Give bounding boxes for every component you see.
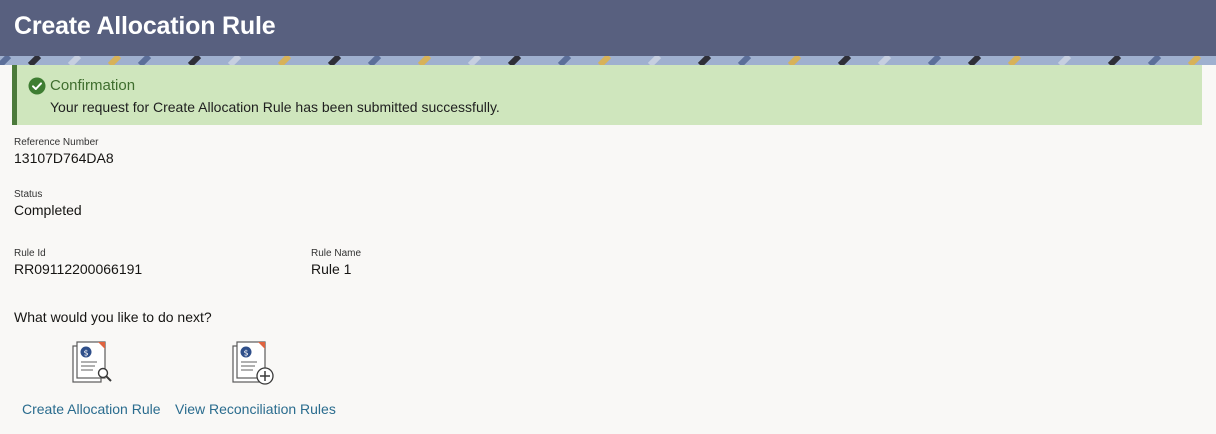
rule-id-value: RR09112200066191 [14,261,143,277]
decorative-banner [0,56,1216,65]
next-steps-heading: What would you like to do next? [14,309,212,325]
reference-number-label: Reference Number [14,137,99,148]
svg-text:$: $ [243,349,248,358]
status-label: Status [14,189,43,200]
reference-number-value: 13107D764DA8 [14,150,114,166]
create-allocation-rule-label[interactable]: Create Allocation Rule [22,401,161,417]
view-reconciliation-rules-label[interactable]: View Reconciliation Rules [175,401,336,417]
check-circle-icon [28,77,46,95]
rule-name-value: Rule 1 [311,261,352,277]
create-allocation-rule-link[interactable]: $ Create Allocation Rule [20,340,162,422]
document-add-icon: $ [231,340,279,395]
svg-text:$: $ [83,349,88,358]
view-reconciliation-rules-link[interactable]: $ View Reconciliation Rules [174,340,336,422]
status-value: Completed [14,202,82,218]
confirmation-text: Your request for Create Allocation Rule … [50,99,500,115]
rule-name-label: Rule Name [311,248,362,259]
page-header: Create Allocation Rule [0,0,1216,56]
confirmation-title: Confirmation [50,77,136,94]
rule-id-label: Rule Id [14,248,46,259]
confirmation-message: Confirmation Your request for Create All… [12,65,1202,125]
page-title: Create Allocation Rule [14,12,276,40]
document-search-icon: $ [71,340,115,393]
